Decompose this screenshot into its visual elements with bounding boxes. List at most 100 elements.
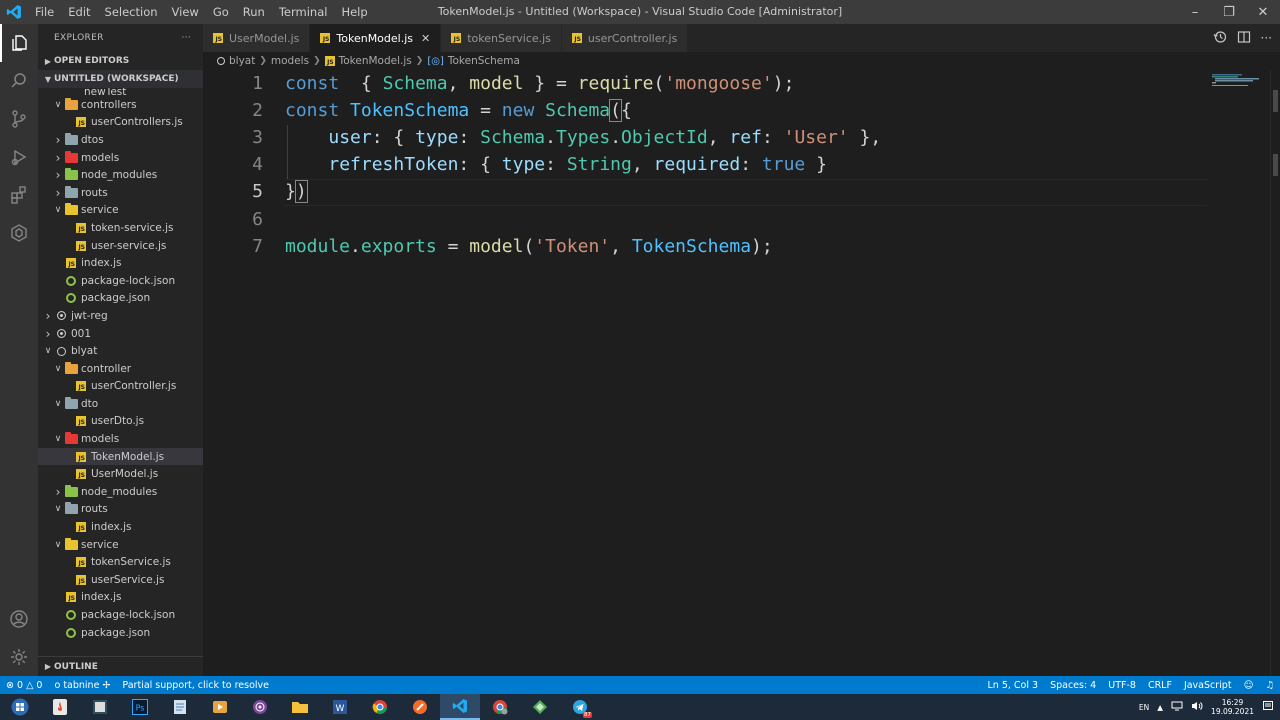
more-actions-icon[interactable]: ··· bbox=[1261, 31, 1272, 45]
code-editor[interactable]: 1 const { Schema, model } = require('mong… bbox=[203, 70, 1280, 676]
settings-gear-icon[interactable] bbox=[0, 638, 38, 676]
search-icon[interactable] bbox=[0, 62, 38, 100]
tree-row[interactable]: JS userDto.js bbox=[38, 413, 203, 431]
minimap[interactable] bbox=[1212, 70, 1268, 86]
account-icon[interactable] bbox=[0, 600, 38, 638]
tree-row[interactable]: ∨ service bbox=[38, 536, 203, 554]
tree-row[interactable]: › 001 bbox=[38, 325, 203, 343]
notepad-icon[interactable] bbox=[160, 694, 200, 720]
more-actions-icon[interactable]: ··· bbox=[182, 33, 191, 43]
menu-go[interactable]: Go bbox=[206, 0, 236, 24]
tree-row[interactable]: package-lock.json bbox=[38, 272, 203, 290]
breadcrumb-item[interactable]: models bbox=[271, 55, 309, 67]
source-control-icon[interactable] bbox=[0, 100, 38, 138]
menu-help[interactable]: Help bbox=[334, 0, 374, 24]
tree-row[interactable]: JS token-service.js bbox=[38, 219, 203, 237]
code-line[interactable]: 2 const TokenSchema = new Schema({ bbox=[203, 97, 1203, 124]
tree-row[interactable]: JS userService.js bbox=[38, 571, 203, 589]
tree-row[interactable]: JS index.js bbox=[38, 589, 203, 607]
workspace-section[interactable]: ▼ UNTITLED (WORKSPACE) bbox=[38, 70, 203, 88]
tree-row[interactable]: JS userController.js bbox=[38, 378, 203, 396]
system-clock[interactable]: 16:29 19.09.2021 bbox=[1211, 698, 1254, 716]
cursor-position[interactable]: Ln 5, Col 3 bbox=[981, 680, 1044, 691]
telegram-icon[interactable]: 87 bbox=[560, 694, 600, 720]
vscode-taskbar-icon[interactable] bbox=[440, 694, 480, 720]
media-player-icon[interactable] bbox=[200, 694, 240, 720]
tab-usermodel[interactable]: JS UserModel.js bbox=[203, 24, 311, 52]
tree-row[interactable]: package.json bbox=[38, 624, 203, 642]
partial-support-link[interactable]: Partial support, click to resolve bbox=[116, 680, 275, 691]
vscode-logo-icon[interactable] bbox=[0, 0, 28, 24]
encoding-status[interactable]: UTF-8 bbox=[1102, 680, 1142, 691]
paw-app-icon[interactable] bbox=[400, 694, 440, 720]
tree-row[interactable]: JS index.js bbox=[38, 254, 203, 272]
indentation-status[interactable]: Spaces: 4 bbox=[1044, 680, 1102, 691]
tree-row[interactable]: ∨ routs bbox=[38, 501, 203, 519]
network-icon[interactable] bbox=[1171, 701, 1183, 713]
remote-explorer-icon[interactable] bbox=[0, 214, 38, 252]
menu-view[interactable]: View bbox=[165, 0, 206, 24]
outline-section[interactable]: ▶ OUTLINE bbox=[38, 656, 203, 676]
tor-browser-icon[interactable] bbox=[240, 694, 280, 720]
tree-row[interactable]: › models bbox=[38, 149, 203, 167]
tree-row[interactable]: ∨ service bbox=[38, 202, 203, 220]
code-line[interactable]: 7 module.exports = model('Token', TokenSc… bbox=[203, 233, 1203, 260]
tree-row[interactable]: package-lock.json bbox=[38, 606, 203, 624]
tab-tokenmodel[interactable]: JS TokenModel.js ✕ bbox=[310, 24, 442, 52]
tree-row[interactable]: › jwt-reg bbox=[38, 307, 203, 325]
explorer-icon[interactable] bbox=[0, 24, 38, 62]
breadcrumb-item[interactable]: TokenSchema bbox=[448, 55, 520, 67]
menu-selection[interactable]: Selection bbox=[98, 0, 165, 24]
editor-scrollbar[interactable] bbox=[1270, 70, 1280, 676]
notifications-bell-icon[interactable]: ♫ bbox=[1259, 680, 1280, 691]
tree-row[interactable]: ∨ dto bbox=[38, 395, 203, 413]
tree-row[interactable]: JS index.js bbox=[38, 518, 203, 536]
code-line[interactable]: 1 const { Schema, model } = require('mong… bbox=[203, 70, 1203, 97]
tab-usercontroller[interactable]: JS userController.js bbox=[561, 24, 689, 52]
tree-row[interactable]: ∨ controllers bbox=[38, 96, 203, 114]
open-editors-section[interactable]: ▶ OPEN EDITORS bbox=[38, 52, 203, 70]
app-installer-icon[interactable] bbox=[40, 694, 80, 720]
close-tab-icon[interactable]: ✕ bbox=[421, 32, 430, 45]
tree-row[interactable]: JS TokenModel.js bbox=[38, 447, 203, 466]
menu-file[interactable]: File bbox=[28, 0, 61, 24]
tree-row-clipped[interactable]: newTest bbox=[38, 88, 203, 96]
tab-tokenservice[interactable]: JS tokenService.js bbox=[441, 24, 562, 52]
feedback-icon[interactable]: ☺ bbox=[1238, 680, 1260, 691]
restore-button[interactable]: ❐ bbox=[1212, 0, 1246, 24]
tree-row[interactable]: JS userControllers.js bbox=[38, 114, 203, 132]
tree-row[interactable]: ∨ models bbox=[38, 430, 203, 448]
chrome-profile-icon[interactable] bbox=[480, 694, 520, 720]
tree-row[interactable]: JS user-service.js bbox=[38, 237, 203, 255]
timeline-icon[interactable] bbox=[1213, 30, 1227, 47]
menu-run[interactable]: Run bbox=[236, 0, 272, 24]
tree-row[interactable]: ∨ blyat bbox=[38, 342, 203, 360]
tree-row[interactable]: JS tokenService.js bbox=[38, 553, 203, 571]
breadcrumb-item[interactable]: blyat bbox=[229, 55, 255, 67]
code-line[interactable]: 4 refreshToken: { type: String, required… bbox=[203, 151, 1203, 178]
tree-row[interactable]: package.json bbox=[38, 290, 203, 308]
split-editor-icon[interactable] bbox=[1237, 30, 1251, 47]
extensions-icon[interactable] bbox=[0, 176, 38, 214]
tray-chevron-up-icon[interactable]: ▲ bbox=[1157, 703, 1163, 712]
eol-status[interactable]: CRLF bbox=[1142, 680, 1178, 691]
chrome-icon[interactable] bbox=[360, 694, 400, 720]
code-line[interactable]: 3 user: { type: Schema.Types.ObjectId, r… bbox=[203, 124, 1203, 151]
minimize-button[interactable]: – bbox=[1178, 0, 1212, 24]
breadcrumb-item[interactable]: TokenModel.js bbox=[339, 55, 412, 67]
close-window-button[interactable]: ✕ bbox=[1246, 0, 1280, 24]
tree-row[interactable]: ∨ controller bbox=[38, 360, 203, 378]
tree-row[interactable]: › node_modules bbox=[38, 483, 203, 501]
problems-indicator[interactable]: ⊗ 0 △ 0 bbox=[0, 680, 48, 691]
language-mode[interactable]: JavaScript bbox=[1178, 680, 1238, 691]
volume-icon[interactable] bbox=[1191, 701, 1203, 713]
menu-edit[interactable]: Edit bbox=[61, 0, 97, 24]
language-indicator[interactable]: EN bbox=[1139, 703, 1149, 712]
green-app-icon[interactable] bbox=[520, 694, 560, 720]
folder-explorer-icon[interactable] bbox=[280, 694, 320, 720]
word-icon[interactable]: W bbox=[320, 694, 360, 720]
tree-row[interactable]: JS UserModel.js bbox=[38, 465, 203, 483]
file-manager-icon[interactable] bbox=[80, 694, 120, 720]
tabnine-status[interactable]: o tabnine ✢ bbox=[48, 680, 116, 691]
run-debug-icon[interactable] bbox=[0, 138, 38, 176]
